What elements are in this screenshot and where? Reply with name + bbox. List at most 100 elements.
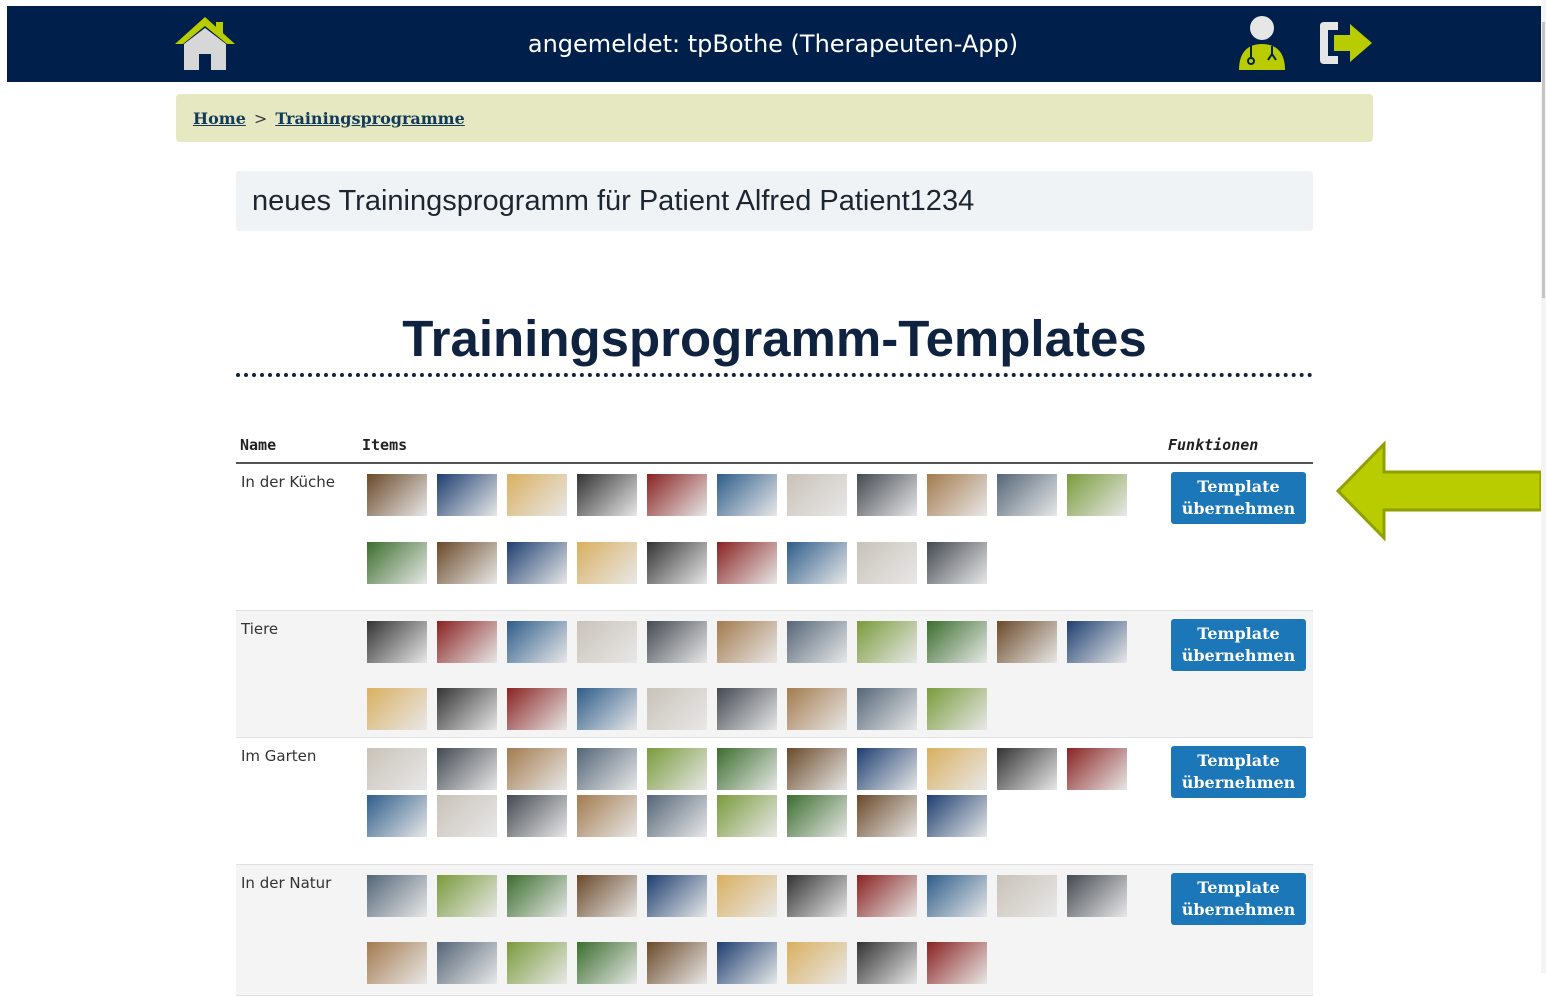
item-thumbnail xyxy=(927,748,987,790)
item-thumbnail xyxy=(857,474,917,516)
item-thumbnail xyxy=(717,688,777,730)
template-name: Im Garten xyxy=(241,747,317,765)
item-thumbnail xyxy=(647,688,707,730)
doctor-user-icon[interactable] xyxy=(1236,14,1288,72)
item-thumbnail xyxy=(437,474,497,516)
item-thumbnail xyxy=(367,474,427,516)
item-thumbnail xyxy=(857,748,917,790)
table-header: Name Items Funktionen xyxy=(236,430,1313,464)
left-arrow-annotation-icon xyxy=(1335,440,1543,542)
item-thumbnail xyxy=(927,875,987,917)
item-thumbnail xyxy=(927,621,987,663)
item-thumbnail xyxy=(507,748,567,790)
login-status-title: angemeldet: tpBothe (Therapeuten-App) xyxy=(527,30,1019,58)
item-thumbnail xyxy=(367,795,427,837)
item-thumbnail xyxy=(857,621,917,663)
column-header-functions: Funktionen xyxy=(1168,436,1259,454)
item-thumbnail xyxy=(717,474,777,516)
item-thumbnail xyxy=(507,875,567,917)
item-thumbnail xyxy=(857,795,917,837)
item-thumbnail xyxy=(507,688,567,730)
item-thumbnail xyxy=(437,875,497,917)
template-uebernehmen-button[interactable]: Template übernehmen xyxy=(1171,619,1306,671)
table-row: In der Küche Template übernehmen xyxy=(236,464,1313,611)
item-thumbnail xyxy=(507,942,567,984)
item-thumbnail xyxy=(787,474,847,516)
item-thumbnail xyxy=(787,875,847,917)
item-thumbnail xyxy=(787,748,847,790)
item-thumbnail xyxy=(577,474,637,516)
item-thumbnail xyxy=(507,542,567,584)
item-thumbnail xyxy=(717,795,777,837)
patient-banner: neues Trainingsprogramm für Patient Alfr… xyxy=(236,171,1313,231)
item-thumbnail xyxy=(787,942,847,984)
item-thumbnail xyxy=(787,795,847,837)
item-thumbnail xyxy=(507,795,567,837)
item-thumbnail xyxy=(647,621,707,663)
item-thumbnail xyxy=(927,474,987,516)
template-uebernehmen-button[interactable]: Template übernehmen xyxy=(1171,472,1306,524)
scrollbar-thumb[interactable] xyxy=(1542,22,1545,298)
page-title: Trainingsprogramm-Templates xyxy=(402,310,1147,367)
item-thumbnail xyxy=(367,875,427,917)
item-thumbnail xyxy=(787,542,847,584)
item-thumbnail xyxy=(437,795,497,837)
item-thumbnail xyxy=(647,942,707,984)
breadcrumb-trainingsprogramme-link[interactable]: Trainingsprogramme xyxy=(275,109,464,128)
breadcrumb-separator: > xyxy=(253,109,268,128)
patient-banner-text: neues Trainingsprogramm für Patient Alfr… xyxy=(252,185,975,217)
item-thumbnail xyxy=(927,942,987,984)
item-thumbnail xyxy=(577,688,637,730)
item-thumbnail xyxy=(927,688,987,730)
item-thumbnail xyxy=(437,542,497,584)
item-thumbnail xyxy=(577,748,637,790)
template-uebernehmen-button[interactable]: Template übernehmen xyxy=(1171,746,1306,798)
item-thumbnail xyxy=(367,542,427,584)
breadcrumb-home-link[interactable]: Home xyxy=(193,109,246,128)
item-thumbnail xyxy=(787,688,847,730)
item-thumbnail xyxy=(717,542,777,584)
item-thumbnail xyxy=(717,875,777,917)
item-thumbnail xyxy=(577,795,637,837)
item-thumbnail xyxy=(857,942,917,984)
column-header-items: Items xyxy=(362,436,408,454)
item-thumbnail xyxy=(367,688,427,730)
item-thumbnail xyxy=(1067,748,1127,790)
item-thumbnail xyxy=(857,688,917,730)
item-thumbnail xyxy=(997,875,1057,917)
item-thumbnail xyxy=(437,688,497,730)
item-thumbnail xyxy=(1067,621,1127,663)
item-thumbnail xyxy=(717,942,777,984)
item-thumbnail xyxy=(437,621,497,663)
item-thumbnail xyxy=(507,621,567,663)
template-name: Tiere xyxy=(241,620,279,638)
item-thumbnail xyxy=(367,621,427,663)
title-dotted-underline xyxy=(236,373,1313,377)
item-thumbnail xyxy=(647,748,707,790)
table-row: Tiere Template übernehmen xyxy=(236,611,1313,738)
item-thumbnail xyxy=(1067,474,1127,516)
item-thumbnail xyxy=(997,474,1057,516)
table-row: In der Natur Template übernehmen xyxy=(236,865,1313,996)
item-thumbnail xyxy=(577,542,637,584)
logout-icon[interactable] xyxy=(1316,20,1374,66)
item-thumbnail xyxy=(647,474,707,516)
item-thumbnail xyxy=(437,748,497,790)
item-thumbnail xyxy=(577,942,637,984)
item-thumbnail xyxy=(1067,875,1127,917)
item-thumbnail xyxy=(997,621,1057,663)
item-thumbnail xyxy=(997,748,1057,790)
item-thumbnail xyxy=(577,621,637,663)
template-uebernehmen-button[interactable]: Template übernehmen xyxy=(1171,873,1306,925)
item-thumbnail xyxy=(367,748,427,790)
item-thumbnail xyxy=(787,621,847,663)
item-thumbnail xyxy=(647,875,707,917)
templates-table: Name Items Funktionen In der Küche Templ… xyxy=(236,430,1313,996)
breadcrumb: Home > Trainingsprogramme xyxy=(176,94,1373,142)
table-row: Im Garten Template übernehmen xyxy=(236,738,1313,865)
template-name: In der Küche xyxy=(241,473,335,491)
item-thumbnail xyxy=(647,795,707,837)
item-thumbnail xyxy=(577,875,637,917)
item-thumbnail xyxy=(927,542,987,584)
item-thumbnail xyxy=(507,474,567,516)
